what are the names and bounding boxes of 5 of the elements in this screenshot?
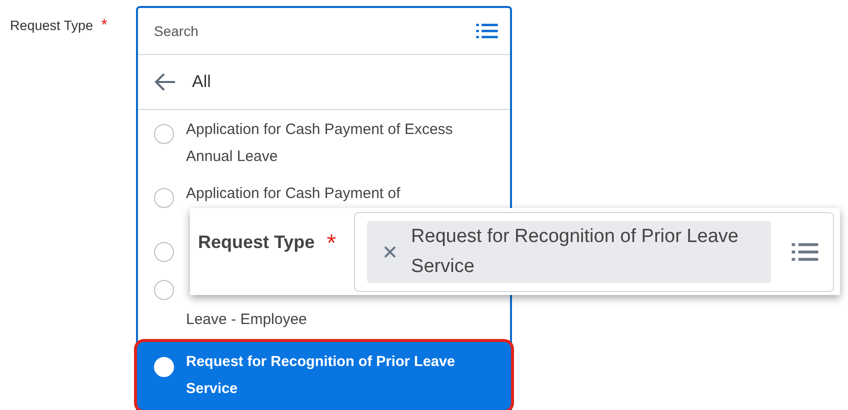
required-mark: * — [326, 234, 336, 254]
required-mark: * — [101, 18, 108, 34]
selected-chip: Request for Recognition of Prior Leave Service — [367, 221, 772, 283]
field-label: Request Type — [10, 18, 94, 33]
field-label: Request Type — [198, 232, 315, 253]
